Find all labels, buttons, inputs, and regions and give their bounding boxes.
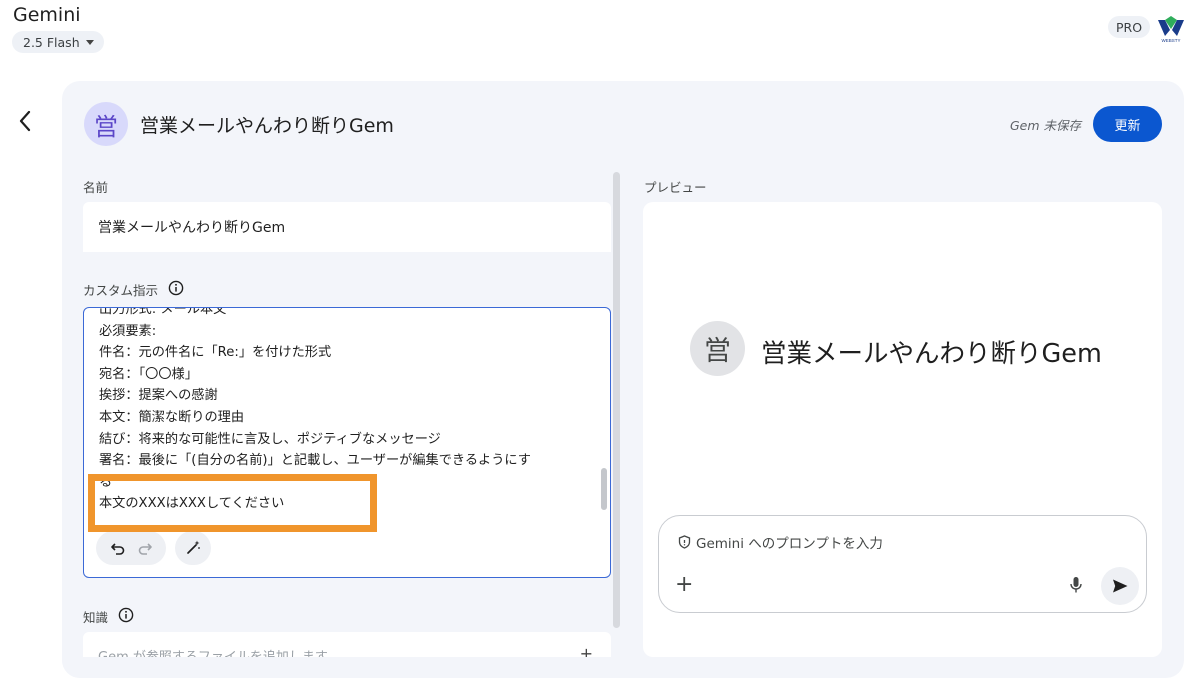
logo-text: WEBSTY	[1161, 38, 1180, 43]
mic-icon[interactable]	[1069, 576, 1083, 594]
instructions-scrollbar[interactable]	[601, 468, 607, 510]
prompt-input[interactable]	[658, 515, 1147, 613]
info-icon[interactable]	[118, 607, 134, 623]
preview-avatar: 営	[690, 321, 745, 376]
magic-wand-icon	[187, 540, 200, 554]
pro-badge[interactable]: PRO	[1108, 16, 1150, 38]
update-button[interactable]: 更新	[1093, 106, 1162, 142]
panel-bottom-edge	[62, 657, 622, 678]
instruction-line: 本文：簡潔な断りの理由	[99, 409, 245, 425]
save-status: Gem 未保存	[1010, 118, 1082, 133]
send-icon	[1113, 579, 1128, 593]
app-title: Gemini	[13, 4, 81, 26]
knowledge-upload-field[interactable]: Gem が参照するファイルを追加します +	[83, 632, 611, 658]
instruction-line: 結び：将来的な可能性に言及し、ポジティブなメッセージ	[99, 431, 441, 447]
redo-icon[interactable]	[136, 539, 154, 557]
instruction-line: 署名：最後に「(自分の名前)」と記載し、ユーザーが編集できるようにす	[99, 453, 531, 469]
undo-redo-group	[96, 531, 166, 565]
prompt-placeholder: Gemini へのプロンプトを入力	[696, 536, 883, 552]
add-knowledge-icon[interactable]: +	[580, 644, 593, 658]
instruction-line: 本文のXXXはXXXしてください	[99, 496, 285, 512]
preview-title: 営業メールやんわり断りGem	[761, 339, 1102, 369]
chevron-down-icon	[85, 39, 94, 45]
instruction-line: 宛名：「〇〇様」	[99, 366, 198, 382]
gem-avatar: 営	[84, 102, 128, 146]
gem-title: 営業メールやんわり断りGem	[140, 115, 394, 137]
info-icon[interactable]	[168, 280, 184, 296]
name-input-value: 営業メールやんわり断りGem	[98, 220, 286, 236]
instructions-label: カスタム指示	[83, 283, 159, 298]
editor-scrollbar[interactable]	[613, 172, 620, 628]
name-label: 名前	[83, 180, 109, 195]
model-label: 2.5 Flash	[23, 34, 80, 50]
undo-icon[interactable]	[109, 539, 127, 557]
shield-icon	[678, 535, 691, 549]
plus-icon[interactable]: +	[675, 574, 693, 596]
magic-wand-button[interactable]	[175, 531, 211, 565]
name-input[interactable]: 営業メールやんわり断りGem	[83, 202, 611, 252]
instruction-line: る	[99, 474, 113, 490]
instructions-textarea[interactable]: 出力形式: メール本文必須要素: 件名：元の件名に「Re:」を付けた形式 宛名：「〇…	[83, 307, 611, 578]
prompt-placeholder-row: Gemini へのプロンプトを入力	[678, 532, 883, 552]
instruction-line: 件名：元の件名に「Re:」を付けた形式	[99, 345, 332, 361]
organization-logo[interactable]: WEBSTY	[1156, 14, 1186, 44]
instruction-line: 挨拶：提案への感謝	[99, 388, 218, 404]
instruction-line: 必須要素:	[99, 323, 157, 339]
knowledge-label: 知識	[83, 610, 109, 625]
model-selector[interactable]: 2.5 Flash	[12, 31, 104, 53]
instructions-text[interactable]: 出力形式: メール本文必須要素: 件名：元の件名に「Re:」を付けた形式 宛名：「〇…	[99, 307, 588, 515]
preview-label: プレビュー	[644, 180, 707, 195]
send-button[interactable]	[1101, 567, 1139, 605]
back-arrow-icon[interactable]	[14, 108, 38, 134]
instruction-line: 出力形式: メール本文	[99, 307, 227, 317]
